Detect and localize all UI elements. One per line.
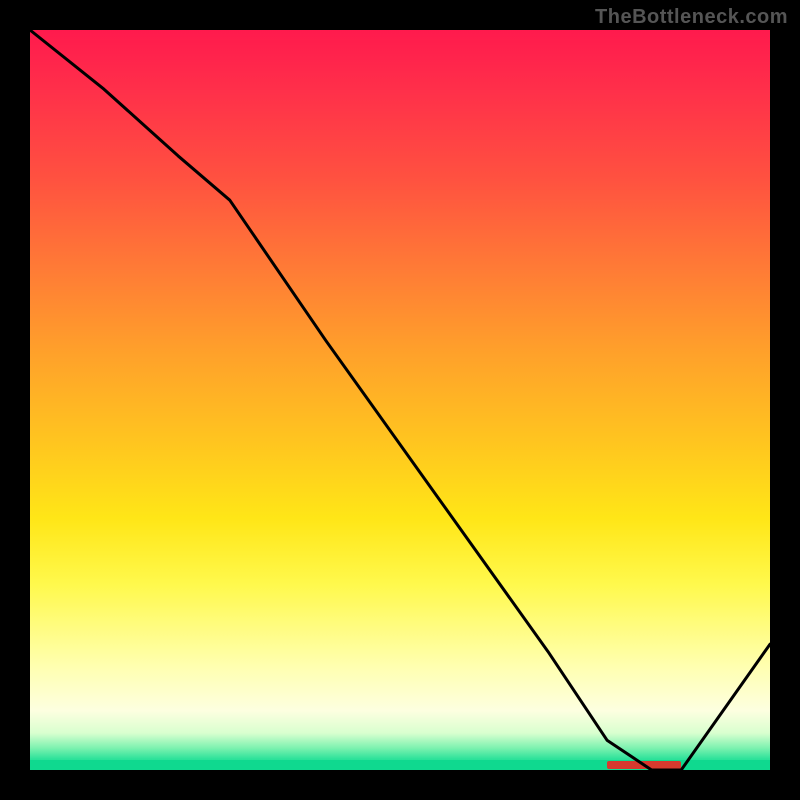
chart-frame: TheBottleneck.com — [0, 0, 800, 800]
plot-area — [30, 30, 770, 770]
bottleneck-curve-svg — [30, 30, 770, 770]
watermark-text: TheBottleneck.com — [595, 6, 788, 29]
bottleneck-curve-line — [30, 30, 770, 770]
